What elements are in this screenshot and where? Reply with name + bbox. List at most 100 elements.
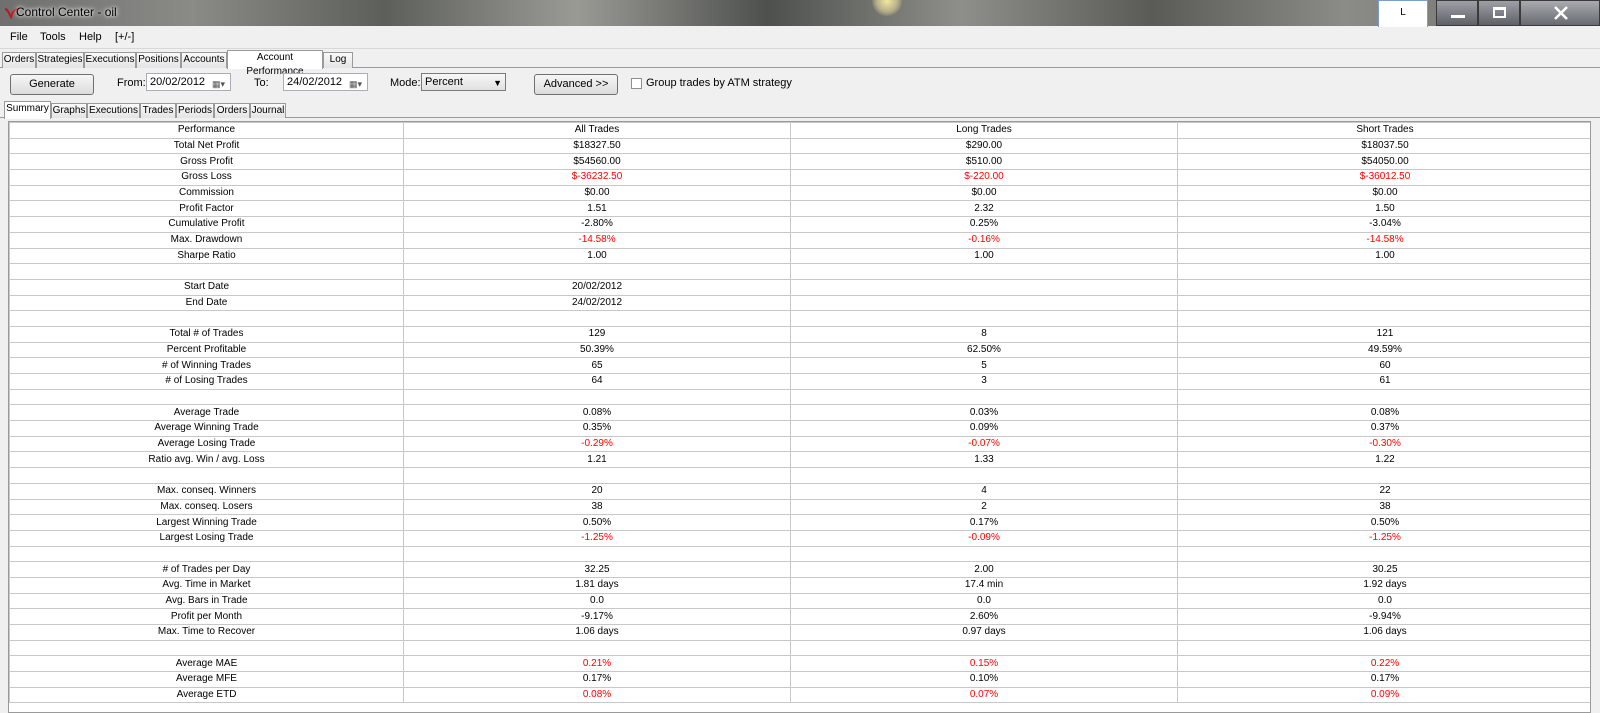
table-row[interactable]: Average ETD 0.08% 0.07% 0.09%: [9, 686, 1590, 704]
background-glow: [872, 0, 902, 16]
table-row[interactable]: End Date 24/02/2012: [9, 294, 1590, 312]
table-row[interactable]: Total Net Profit $18327.50 $290.00 $18037.5…: [9, 137, 1590, 155]
table-row[interactable]: Average MFE 0.17% 0.10% 0.17%: [9, 671, 1590, 688]
table-row[interactable]: Profit Factor 1.51 2.32 1.50: [9, 200, 1590, 218]
mode-select[interactable]: Percent ▼: [421, 73, 506, 91]
table-row[interactable]: Percent Profitable 50.39% 62.50% 49.59%: [9, 341, 1590, 359]
metric-label-cell: # of Losing Trades: [9, 373, 404, 390]
all-trades-cell: 24/02/2012: [403, 294, 791, 312]
table-row[interactable]: Max. Drawdown -14.58% -0.16% -14.58%: [9, 231, 1590, 249]
metric-label-cell: [9, 388, 404, 406]
tab-strategies[interactable]: Strategies: [36, 52, 84, 68]
calendar-icon[interactable]: ▦▾: [349, 76, 365, 89]
column-header-long-trades[interactable]: Long Trades: [790, 122, 1178, 139]
subtab-graphs[interactable]: Graphs: [51, 103, 87, 118]
column-header-performance[interactable]: Performance: [9, 122, 404, 139]
all-trades-cell: [403, 639, 791, 657]
table-row[interactable]: Largest Losing Trade -1.25% -0.09% -1.25%: [9, 529, 1590, 547]
metric-label-cell: [9, 310, 404, 327]
subtab-orders[interactable]: Orders: [214, 103, 250, 118]
table-row[interactable]: [9, 467, 1590, 484]
table-row[interactable]: Max. Time to Recover 1.06 days 0.97 days 1.…: [9, 624, 1590, 641]
from-label: From:: [117, 77, 146, 89]
table-row[interactable]: Sharpe Ratio 1.00 1.00 1.00: [9, 247, 1590, 265]
short-trades-cell: [1177, 467, 1590, 484]
long-trades-cell: 4: [790, 482, 1178, 500]
advanced-button[interactable]: Advanced >>: [534, 74, 618, 95]
long-trades-cell: 0.97 days: [790, 624, 1178, 641]
long-trades-cell: 0.25%: [790, 216, 1178, 233]
long-trades-cell: 0.0: [790, 592, 1178, 610]
tab-positions[interactable]: Positions: [136, 52, 181, 68]
column-header-short-trades[interactable]: Short Trades: [1177, 122, 1590, 139]
subtab-periods[interactable]: Periods: [176, 103, 214, 118]
menu-toggle[interactable]: [+/-]: [115, 31, 134, 43]
metric-label-cell: Gross Profit: [9, 153, 404, 171]
long-trades-cell: 0.07%: [790, 686, 1178, 704]
table-row[interactable]: Max. conseq. Winners 20 4 22: [9, 482, 1590, 500]
subtab-summary[interactable]: Summary: [4, 101, 51, 119]
metric-label-cell: [9, 263, 404, 280]
minimize-button[interactable]: [1436, 0, 1478, 26]
table-row[interactable]: Total # of Trades 129 8 121: [9, 325, 1590, 343]
column-header-all-trades[interactable]: All Trades: [403, 122, 791, 139]
short-trades-cell: 60: [1177, 357, 1590, 374]
long-trades-cell: [790, 310, 1178, 327]
table-row[interactable]: Commission $0.00 $0.00 $0.00: [9, 184, 1590, 202]
menu-file[interactable]: File: [10, 31, 28, 43]
table-row[interactable]: [9, 310, 1590, 327]
table-row[interactable]: Avg. Time in Market 1.81 days 17.4 min 1.92…: [9, 576, 1590, 594]
table-row[interactable]: # of Winning Trades 65 5 60: [9, 357, 1590, 374]
to-label: To:: [254, 77, 269, 89]
table-row[interactable]: Ratio avg. Win / avg. Loss 1.21 1.33 1.22: [9, 451, 1590, 469]
from-date-picker[interactable]: 20/02/2012 ▦▾: [146, 73, 231, 91]
generate-button[interactable]: Generate: [10, 74, 94, 95]
long-trades-cell: 0.03%: [790, 404, 1178, 422]
all-trades-cell: -14.58%: [403, 231, 791, 249]
table-row[interactable]: Avg. Bars in Trade 0.0 0.0 0.0: [9, 592, 1590, 610]
subtab-executions[interactable]: Executions: [87, 103, 140, 118]
short-trades-cell: 0.08%: [1177, 404, 1590, 422]
table-row[interactable]: Cumulative Profit -2.80% 0.25% -3.04%: [9, 216, 1590, 233]
table-row[interactable]: Profit per Month -9.17% 2.60% -9.94%: [9, 608, 1590, 625]
group-trades-checkbox[interactable]: [631, 78, 642, 89]
table-row[interactable]: [9, 388, 1590, 406]
tab-accounts[interactable]: Accounts: [181, 52, 227, 68]
calendar-icon[interactable]: ▦▾: [212, 76, 228, 89]
long-trades-cell: 0.15%: [790, 655, 1178, 673]
table-row[interactable]: Average Trade 0.08% 0.03% 0.08%: [9, 404, 1590, 422]
language-indicator[interactable]: L: [1378, 0, 1428, 28]
short-trades-cell: 0.09%: [1177, 686, 1590, 704]
table-row[interactable]: Average MAE 0.21% 0.15% 0.22%: [9, 655, 1590, 673]
table-row[interactable]: Max. conseq. Losers 38 2 38: [9, 498, 1590, 516]
table-row[interactable]: [9, 545, 1590, 563]
subtab-trades[interactable]: Trades: [140, 103, 176, 118]
tab-account-performance[interactable]: Account Performance: [227, 50, 323, 77]
table-row[interactable]: Average Winning Trade 0.35% 0.09% 0.37%: [9, 420, 1590, 437]
table-row[interactable]: Gross Loss $-36232.50 $-220.00 $-36012.50: [9, 169, 1590, 186]
metric-label-cell: Avg. Bars in Trade: [9, 592, 404, 610]
table-row[interactable]: # of Losing Trades 64 3 61: [9, 373, 1590, 390]
to-date-picker[interactable]: 24/02/2012 ▦▾: [283, 73, 368, 91]
close-button[interactable]: [1520, 0, 1600, 26]
tab-executions[interactable]: Executions: [84, 52, 136, 68]
table-row[interactable]: [9, 263, 1590, 280]
menu-tools[interactable]: Tools: [40, 31, 66, 43]
subtab-journal[interactable]: Journal: [250, 103, 286, 118]
table-row[interactable]: Start Date 20/02/2012: [9, 278, 1590, 296]
maximize-button[interactable]: [1478, 0, 1520, 26]
performance-grid[interactable]: Performance All Trades Long Trades Short…: [8, 121, 1591, 713]
tab-orders[interactable]: Orders: [2, 52, 36, 68]
table-row[interactable]: Gross Profit $54560.00 $510.00 $54050.00: [9, 153, 1590, 171]
group-trades-label: Group trades by ATM strategy: [646, 77, 792, 89]
long-trades-cell: 5: [790, 357, 1178, 374]
tab-log[interactable]: Log: [323, 52, 353, 68]
table-row[interactable]: # of Trades per Day 32.25 2.00 30.25: [9, 561, 1590, 578]
table-row[interactable]: Average Losing Trade -0.29% -0.07% -0.30%: [9, 435, 1590, 453]
metric-label-cell: Average Losing Trade: [9, 435, 404, 453]
short-trades-cell: 49.59%: [1177, 341, 1590, 359]
table-row[interactable]: [9, 639, 1590, 657]
menu-help[interactable]: Help: [79, 31, 102, 43]
table-row[interactable]: Largest Winning Trade 0.50% 0.17% 0.50%: [9, 514, 1590, 531]
all-trades-cell: $54560.00: [403, 153, 791, 171]
